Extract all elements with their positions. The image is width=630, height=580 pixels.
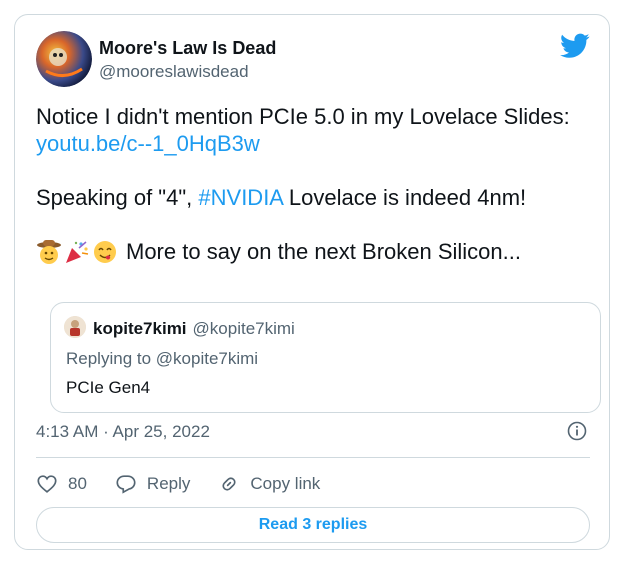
divider xyxy=(36,457,590,458)
like-button[interactable]: 80 xyxy=(36,473,87,495)
like-count: 80 xyxy=(68,474,87,493)
tweet-line-1: Notice I didn't mention PCIe 5.0 in my L… xyxy=(36,103,596,157)
quoted-author-handle: @kopite7kimi xyxy=(192,319,295,338)
quoted-replying-to: Replying to @kopite7kimi xyxy=(66,349,259,368)
savoring-food-emoji xyxy=(94,240,116,263)
reply-button[interactable]: Reply xyxy=(115,473,190,495)
quoted-avatar xyxy=(64,316,86,338)
quoted-author-name: kopite7kimi xyxy=(93,319,187,338)
tweet-timestamp[interactable]: 4:13 AM · Apr 25, 2022 xyxy=(36,422,210,442)
reply-bubble-icon xyxy=(116,475,136,494)
youtube-link[interactable]: youtu.be/c--1_0HqB3w xyxy=(36,131,260,156)
party-popper-emoji xyxy=(66,240,89,263)
tweet-line-2-suffix: Lovelace is indeed 4nm! xyxy=(282,185,527,210)
heart-icon xyxy=(37,475,57,493)
tweet-card: Moore's Law Is Dead @mooreslawisdead Not… xyxy=(14,14,610,550)
tweet-text: Notice I didn't mention PCIe 5.0 in my L… xyxy=(36,103,596,265)
info-icon[interactable] xyxy=(567,421,587,441)
tweet-line-3: More to say on the next Broken Silicon..… xyxy=(36,238,596,265)
nvidia-hashtag-link[interactable]: #NVIDIA xyxy=(198,185,282,210)
tweet-line-3-text: More to say on the next Broken Silicon..… xyxy=(126,239,521,264)
cowboy-face-emoji xyxy=(37,239,61,264)
quoted-author-line: kopite7kimi @kopite7kimi xyxy=(93,319,295,339)
author-handle[interactable]: @mooreslawisdead xyxy=(99,62,249,82)
tweet-line-2-prefix: Speaking of "4", xyxy=(36,185,199,210)
author-name[interactable]: Moore's Law Is Dead xyxy=(99,38,276,59)
quoted-tweet[interactable]: kopite7kimi @kopite7kimi Replying to @kop… xyxy=(50,302,601,413)
quoted-text: PCIe Gen4 xyxy=(66,378,151,397)
link-icon xyxy=(222,477,236,491)
copy-link-label: Copy link xyxy=(250,474,321,493)
action-bar: 80 Reply Copy link xyxy=(36,471,348,497)
author-avatar[interactable] xyxy=(36,31,92,87)
read-replies-button[interactable]: Read 3 replies xyxy=(36,507,590,543)
tweet-line-1-text: Notice I didn't mention PCIe 5.0 in my L… xyxy=(36,104,570,129)
reply-label: Reply xyxy=(146,474,191,493)
twitter-bird-icon[interactable] xyxy=(560,33,590,59)
copy-link-button[interactable]: Copy link xyxy=(218,473,320,495)
avatar-icon xyxy=(36,31,92,87)
quoted-avatar-icon xyxy=(64,316,86,338)
tweet-line-2: Speaking of "4", #NVIDIA Lovelace is ind… xyxy=(36,184,596,211)
